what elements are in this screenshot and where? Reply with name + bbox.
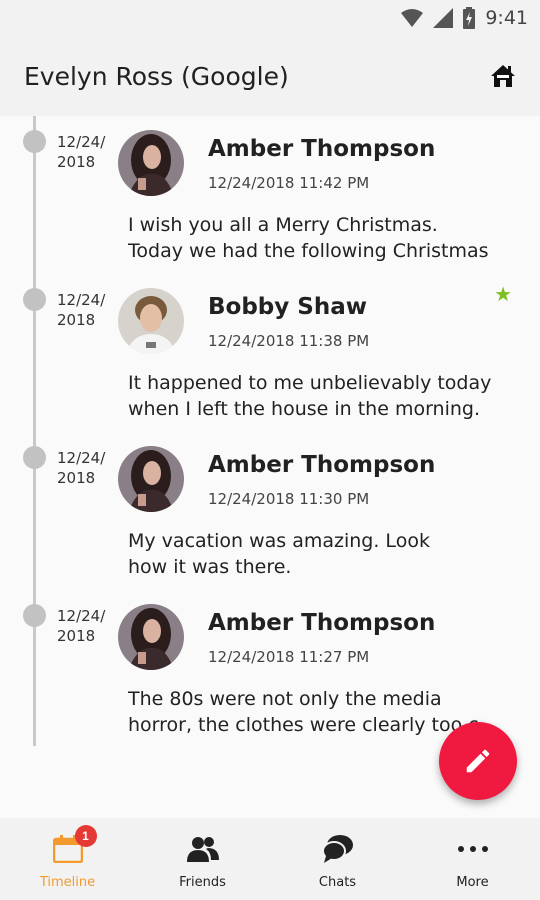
clock: 9:41 bbox=[485, 7, 528, 29]
nav-label: Chats bbox=[318, 875, 357, 890]
post-text[interactable]: It happened to me unbelievably today whe… bbox=[128, 370, 508, 422]
timeline-feed[interactable]: 12/24/2018 Amber Thompson 12/24/2018 11:… bbox=[0, 116, 540, 818]
battery-icon bbox=[463, 7, 476, 29]
post-author[interactable]: Amber Thompson bbox=[208, 610, 435, 636]
post-text-line: how it was there. bbox=[128, 556, 292, 578]
post-timestamp: 12/24/2018 11:38 PM bbox=[208, 332, 370, 350]
post-timestamp: 12/24/2018 11:30 PM bbox=[208, 490, 370, 508]
nav-item-friends[interactable]: Friends bbox=[135, 818, 270, 900]
chat-bubbles-icon bbox=[321, 835, 353, 863]
avatar[interactable] bbox=[118, 130, 184, 196]
post-text-line: when I left the house in the morning. bbox=[128, 398, 481, 420]
post-author[interactable]: Amber Thompson bbox=[208, 136, 435, 162]
post-timestamp: 12/24/2018 11:27 PM bbox=[208, 648, 370, 666]
signal-icon bbox=[433, 8, 454, 28]
post-date: 12/24/2018 bbox=[57, 607, 106, 645]
nav-label: Timeline bbox=[39, 875, 96, 890]
post-date: 12/24/2018 bbox=[57, 449, 106, 487]
post-timestamp: 12/24/2018 11:42 PM bbox=[208, 174, 370, 192]
favorite-star-icon[interactable]: ★ bbox=[494, 282, 512, 307]
bottom-navigation: 1 Timeline Friends Chats More bbox=[0, 818, 540, 900]
post-author[interactable]: Bobby Shaw bbox=[208, 294, 367, 320]
timeline-post[interactable]: 12/24/2018 Bobby Shaw 12/24/2018 11:38 P… bbox=[0, 280, 540, 438]
app-bar: Evelyn Ross (Google) bbox=[0, 36, 540, 116]
timeline-dot bbox=[23, 604, 46, 627]
post-text-line: I wish you all a Merry Christmas. bbox=[128, 214, 438, 236]
status-bar: 9:41 bbox=[0, 0, 540, 36]
post-date: 12/24/2018 bbox=[57, 291, 106, 329]
post-text-line: The 80s were not only the media bbox=[128, 688, 442, 710]
post-text-line: It happened to me unbelievably today bbox=[128, 372, 492, 394]
page-title: Evelyn Ross (Google) bbox=[24, 61, 289, 91]
nav-label: Friends bbox=[179, 875, 226, 890]
post-text[interactable]: The 80s were not only the media horror, … bbox=[128, 686, 508, 738]
timeline-post[interactable]: 12/24/2018 Amber Thompson 12/24/2018 11:… bbox=[0, 122, 540, 280]
avatar[interactable] bbox=[118, 604, 184, 670]
post-author[interactable]: Amber Thompson bbox=[208, 452, 435, 478]
post-text-line: My vacation was amazing. Look bbox=[128, 530, 430, 552]
nav-item-more[interactable]: More bbox=[405, 818, 540, 900]
wifi-icon bbox=[401, 8, 424, 28]
more-dots-icon bbox=[457, 846, 488, 852]
people-icon bbox=[186, 837, 219, 862]
notification-badge: 1 bbox=[74, 825, 97, 847]
timeline-dot bbox=[23, 288, 46, 311]
home-icon bbox=[491, 65, 515, 87]
post-text-line: Today we had the following Christmas bbox=[128, 240, 489, 262]
home-button[interactable] bbox=[488, 61, 518, 91]
post-text[interactable]: My vacation was amazing. Look how it was… bbox=[128, 528, 508, 580]
nav-label: More bbox=[456, 875, 489, 890]
timeline-post[interactable]: 12/24/2018 Amber Thompson 12/24/2018 11:… bbox=[0, 438, 540, 596]
avatar[interactable] bbox=[118, 446, 184, 512]
post-date: 12/24/2018 bbox=[57, 133, 106, 171]
timeline-dot bbox=[23, 130, 46, 153]
timeline-dot bbox=[23, 446, 46, 469]
avatar[interactable] bbox=[118, 288, 184, 354]
compose-post-button[interactable] bbox=[439, 722, 517, 800]
nav-item-timeline[interactable]: 1 Timeline bbox=[0, 818, 135, 900]
post-text[interactable]: I wish you all a Merry Christmas. Today … bbox=[128, 212, 508, 264]
nav-item-chats[interactable]: Chats bbox=[270, 818, 405, 900]
pencil-icon bbox=[466, 749, 490, 773]
